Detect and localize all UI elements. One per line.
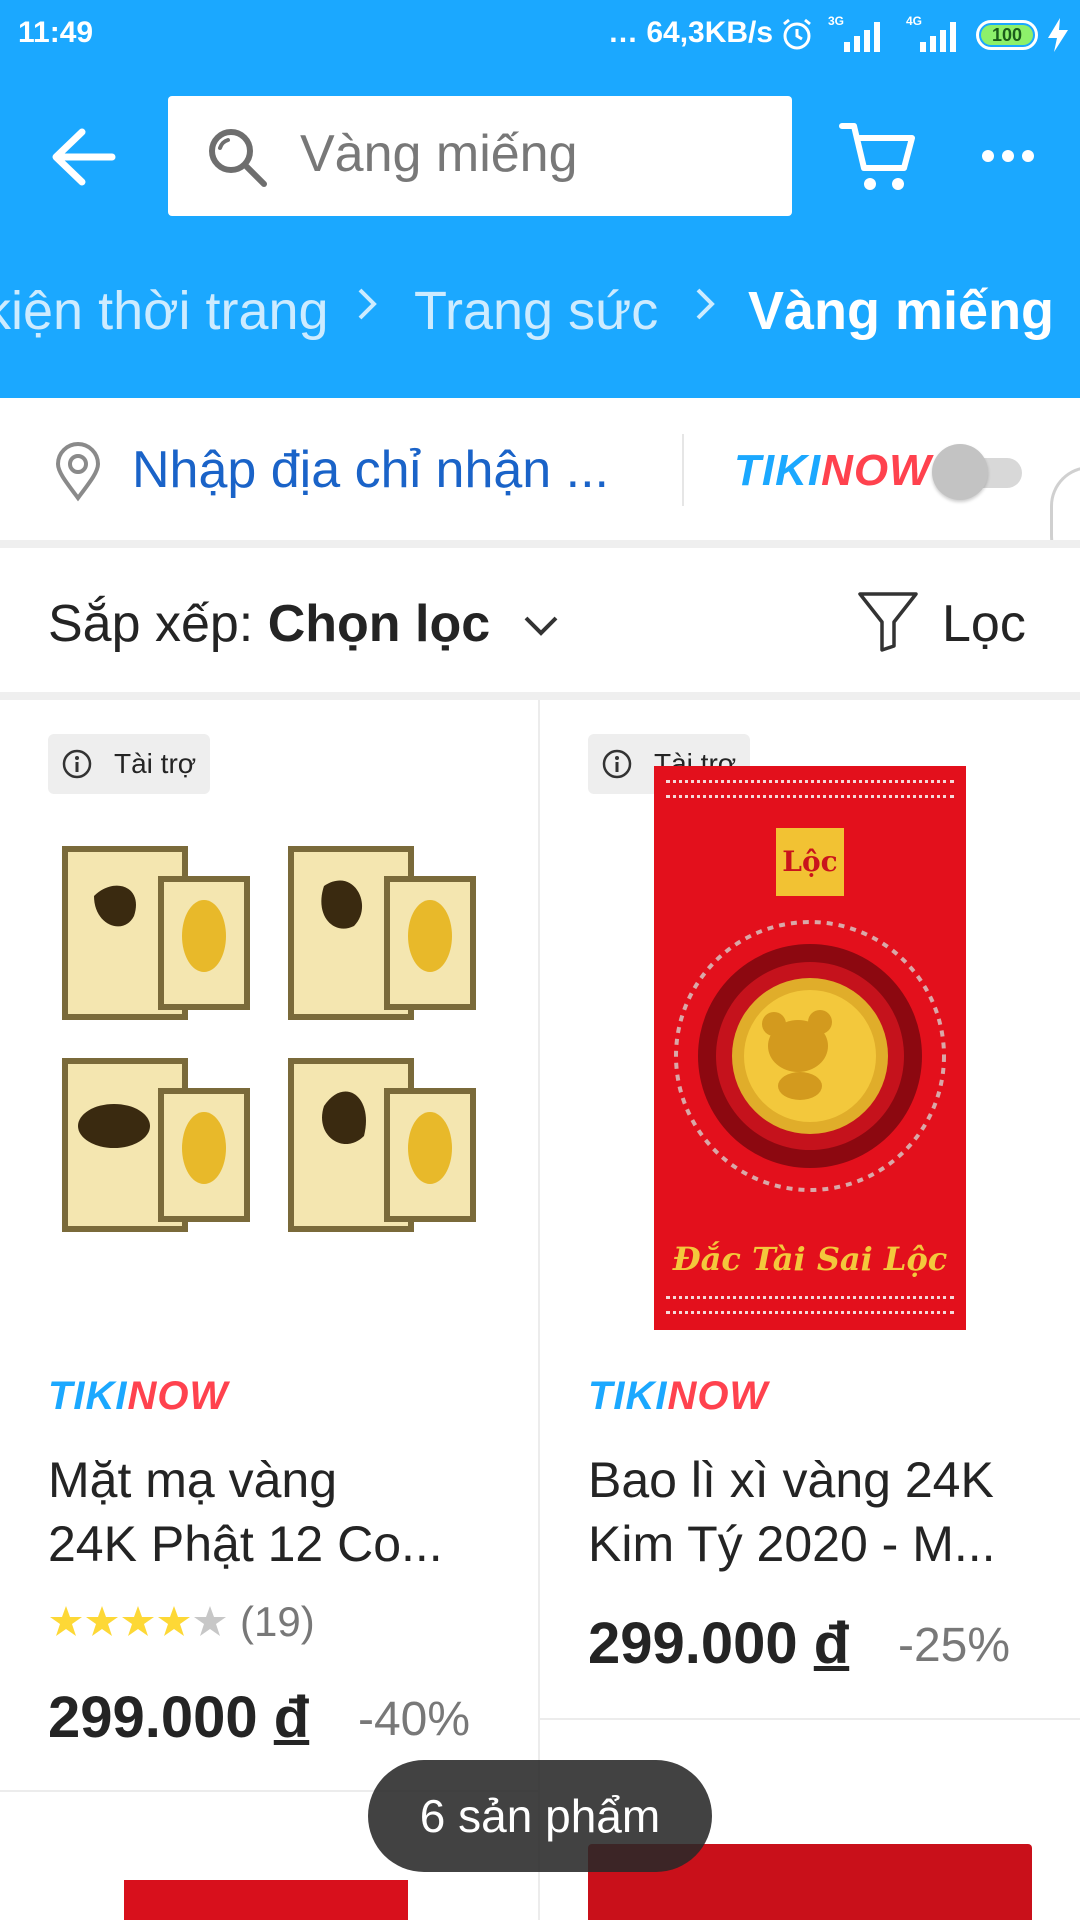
location-pin-icon: [55, 442, 101, 502]
sort-dropdown[interactable]: Sắp xếp: Chọn lọc: [48, 594, 490, 654]
filter-funnel-icon[interactable]: [856, 588, 920, 654]
review-count: (19): [240, 1598, 315, 1645]
sort-value: Chọn lọc: [267, 595, 491, 653]
product-image-peek[interactable]: [124, 1880, 408, 1920]
address-bar: Nhập địa chỉ nhận ... TIKINOW: [0, 398, 1080, 540]
signal-icon: [844, 22, 880, 52]
product-card[interactable]: Tài trợ Lộc Đắc Tài Sai Lộc TIKINOW Bao …: [540, 700, 1080, 1718]
decorative-border-top: [666, 780, 954, 798]
section-divider: [0, 692, 1080, 700]
product-name: Mặt mạ vàng 24K Phật 12 Co...: [48, 1452, 443, 1572]
discount-percent: -25%: [898, 1619, 1011, 1672]
search-query: Vàng miếng: [300, 125, 578, 183]
badge-label: Tài trợ: [114, 748, 197, 779]
app-header: 11:49 … 64,3KB/s 3G 4G 100 Vàng miếng ki…: [0, 0, 1080, 398]
address-input-prompt[interactable]: Nhập địa chỉ nhận ...: [132, 440, 609, 500]
breadcrumb-current: Vàng miếng: [748, 281, 1055, 341]
chevron-right-icon: [358, 288, 377, 320]
product-image: [62, 846, 476, 1232]
result-count-toast: 6 sản phẩm: [368, 1760, 712, 1872]
breadcrumb-item[interactable]: Trang sức: [414, 280, 658, 342]
search-input[interactable]: Vàng miếng: [168, 96, 792, 216]
tikinow-logo: TIKINOW: [48, 1374, 229, 1418]
chevron-right-icon: [696, 288, 715, 320]
breadcrumb: kiện thời trang Trang sức Vàng miếng: [0, 280, 1080, 350]
search-icon: [209, 129, 267, 187]
lucky-phrase: Đắc Tài Sai Lộc: [672, 1240, 948, 1278]
cart-icon[interactable]: [838, 118, 918, 194]
info-icon: [62, 749, 92, 779]
more-options-icon[interactable]: [980, 138, 1036, 174]
gold-card-set: [62, 846, 476, 1232]
product-image: Lộc Đắc Tài Sai Lộc: [654, 766, 966, 1330]
section-divider: [0, 540, 1080, 548]
decorative-border-bottom: [666, 1296, 954, 1314]
divider: [682, 434, 684, 506]
loc-seal: Lộc: [776, 828, 844, 896]
status-bar: 11:49 … 64,3KB/s 3G 4G 100: [0, 0, 1080, 72]
back-arrow-icon[interactable]: [48, 124, 118, 190]
battery-level: 100: [981, 25, 1033, 45]
signal-icon: [920, 22, 956, 52]
gold-coin-medallion: [674, 920, 946, 1192]
product-price: 299.000 đ: [588, 1611, 850, 1676]
info-icon: [602, 749, 632, 779]
tikinow-toggle[interactable]: [930, 442, 1026, 502]
breadcrumb-item[interactable]: kiện thời trang: [0, 280, 329, 342]
product-price: 299.000 đ: [48, 1685, 310, 1750]
status-time: 11:49: [18, 16, 94, 49]
toggle-knob: [932, 444, 988, 500]
alarm-icon: [783, 18, 811, 50]
sort-filter-bar: Sắp xếp: Chọn lọc Lọc: [0, 548, 1080, 692]
tikinow-logo: TIKINOW: [588, 1374, 769, 1418]
filter-button[interactable]: Lọc: [942, 594, 1026, 654]
tikinow-logo: TIKINOW: [734, 446, 932, 495]
grid-divider: [540, 1718, 1080, 1720]
network-speed: … 64,3KB/s: [608, 16, 774, 49]
star-rating: [50, 1606, 226, 1636]
product-card[interactable]: Tài trợ TIKINOW Mặt mạ vàng 24K Phật 12 …: [0, 700, 538, 1790]
battery-icon: 100: [976, 20, 1038, 50]
charging-icon: [1048, 18, 1068, 52]
chevron-down-icon[interactable]: [520, 604, 562, 646]
sponsored-badge: Tài trợ: [48, 734, 211, 794]
product-name: Bao lì xì vàng 24K Kim Tý 2020 - M...: [588, 1452, 996, 1572]
discount-percent: -40%: [358, 1693, 471, 1746]
sort-prefix: Sắp xếp:: [48, 595, 254, 653]
